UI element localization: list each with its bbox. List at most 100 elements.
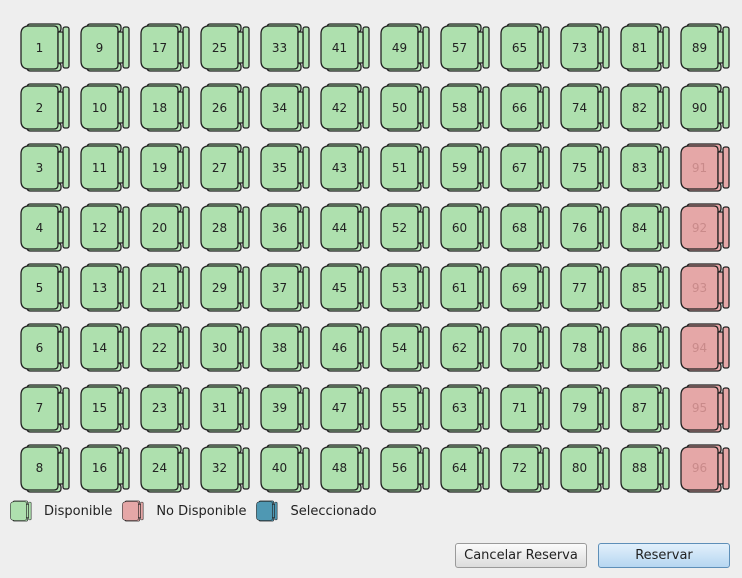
- seat-38[interactable]: 38: [260, 322, 311, 373]
- seat-number: 90: [691, 100, 708, 115]
- seat-number: 51: [391, 160, 408, 175]
- seat-9[interactable]: 9: [80, 22, 131, 73]
- seat-8[interactable]: 8: [20, 443, 71, 494]
- seat-74[interactable]: 74: [560, 82, 611, 133]
- seat-number: 78: [571, 340, 588, 355]
- seat-77[interactable]: 77: [560, 262, 611, 313]
- seat-79[interactable]: 79: [560, 383, 611, 434]
- seat-49[interactable]: 49: [380, 22, 431, 73]
- seat-65[interactable]: 65: [500, 22, 551, 73]
- seat-80[interactable]: 80: [560, 443, 611, 494]
- seat-18[interactable]: 18: [140, 82, 191, 133]
- seat-33[interactable]: 33: [260, 22, 311, 73]
- seat-86[interactable]: 86: [620, 322, 671, 373]
- seat-12[interactable]: 12: [80, 202, 131, 253]
- seat-19[interactable]: 19: [140, 142, 191, 193]
- seat-68[interactable]: 68: [500, 202, 551, 253]
- seat-70[interactable]: 70: [500, 322, 551, 373]
- seat-59[interactable]: 59: [440, 142, 491, 193]
- seat-number: 58: [451, 100, 468, 115]
- seat-57[interactable]: 57: [440, 22, 491, 73]
- seat-3[interactable]: 3: [20, 142, 71, 193]
- seat-37[interactable]: 37: [260, 262, 311, 313]
- seat-78[interactable]: 78: [560, 322, 611, 373]
- seat-10[interactable]: 10: [80, 82, 131, 133]
- seat-82[interactable]: 82: [620, 82, 671, 133]
- seat-44[interactable]: 44: [320, 202, 371, 253]
- seat-2[interactable]: 2: [20, 82, 71, 133]
- seat-71[interactable]: 71: [500, 383, 551, 434]
- seat-36[interactable]: 36: [260, 202, 311, 253]
- seat-94: 94: [680, 322, 731, 373]
- seat-69[interactable]: 69: [500, 262, 551, 313]
- seat-25[interactable]: 25: [200, 22, 251, 73]
- seat-4[interactable]: 4: [20, 202, 71, 253]
- seat-35[interactable]: 35: [260, 142, 311, 193]
- seat-83[interactable]: 83: [620, 142, 671, 193]
- seat-7[interactable]: 7: [20, 383, 71, 434]
- seat-31[interactable]: 31: [200, 383, 251, 434]
- seat-23[interactable]: 23: [140, 383, 191, 434]
- seat-90[interactable]: 90: [680, 82, 731, 133]
- seat-30[interactable]: 30: [200, 322, 251, 373]
- seat-89[interactable]: 89: [680, 22, 731, 73]
- seat-number: 8: [35, 461, 44, 476]
- seat-1[interactable]: 1: [20, 22, 71, 73]
- seat-62[interactable]: 62: [440, 322, 491, 373]
- seat-50[interactable]: 50: [380, 82, 431, 133]
- seat-43[interactable]: 43: [320, 142, 371, 193]
- seat-53[interactable]: 53: [380, 262, 431, 313]
- reserve-button[interactable]: Reservar: [598, 543, 730, 568]
- seat-6[interactable]: 6: [20, 322, 71, 373]
- seat-52[interactable]: 52: [380, 202, 431, 253]
- seat-87[interactable]: 87: [620, 383, 671, 434]
- seat-20[interactable]: 20: [140, 202, 191, 253]
- seat-46[interactable]: 46: [320, 322, 371, 373]
- seat-32[interactable]: 32: [200, 443, 251, 494]
- seat-34[interactable]: 34: [260, 82, 311, 133]
- seat-29[interactable]: 29: [200, 262, 251, 313]
- seat-26[interactable]: 26: [200, 82, 251, 133]
- seat-48[interactable]: 48: [320, 443, 371, 494]
- seat-76[interactable]: 76: [560, 202, 611, 253]
- seat-73[interactable]: 73: [560, 22, 611, 73]
- seat-56[interactable]: 56: [380, 443, 431, 494]
- seat-number: 96: [691, 461, 708, 476]
- seat-39[interactable]: 39: [260, 383, 311, 434]
- cancel-reservation-button[interactable]: Cancelar Reserva: [455, 543, 587, 568]
- seat-27[interactable]: 27: [200, 142, 251, 193]
- seat-81[interactable]: 81: [620, 22, 671, 73]
- seat-42[interactable]: 42: [320, 82, 371, 133]
- seat-58[interactable]: 58: [440, 82, 491, 133]
- seat-47[interactable]: 47: [320, 383, 371, 434]
- seat-22[interactable]: 22: [140, 322, 191, 373]
- seat-28[interactable]: 28: [200, 202, 251, 253]
- seat-17[interactable]: 17: [140, 22, 191, 73]
- seat-64[interactable]: 64: [440, 443, 491, 494]
- seat-16[interactable]: 16: [80, 443, 131, 494]
- seat-88[interactable]: 88: [620, 443, 671, 494]
- seat-21[interactable]: 21: [140, 262, 191, 313]
- seat-13[interactable]: 13: [80, 262, 131, 313]
- seat-24[interactable]: 24: [140, 443, 191, 494]
- seat-41[interactable]: 41: [320, 22, 371, 73]
- seat-11[interactable]: 11: [80, 142, 131, 193]
- seat-40[interactable]: 40: [260, 443, 311, 494]
- seat-75[interactable]: 75: [560, 142, 611, 193]
- seat-45[interactable]: 45: [320, 262, 371, 313]
- seat-67[interactable]: 67: [500, 142, 551, 193]
- seat-55[interactable]: 55: [380, 383, 431, 434]
- seat-66[interactable]: 66: [500, 82, 551, 133]
- seat-51[interactable]: 51: [380, 142, 431, 193]
- seat-60[interactable]: 60: [440, 202, 491, 253]
- seat-84[interactable]: 84: [620, 202, 671, 253]
- seat-54[interactable]: 54: [380, 322, 431, 373]
- seat-63[interactable]: 63: [440, 383, 491, 434]
- seat-85[interactable]: 85: [620, 262, 671, 313]
- seat-15[interactable]: 15: [80, 383, 131, 434]
- seat-61[interactable]: 61: [440, 262, 491, 313]
- seat-number: 10: [91, 100, 108, 115]
- seat-72[interactable]: 72: [500, 443, 551, 494]
- seat-5[interactable]: 5: [20, 262, 71, 313]
- seat-14[interactable]: 14: [80, 322, 131, 373]
